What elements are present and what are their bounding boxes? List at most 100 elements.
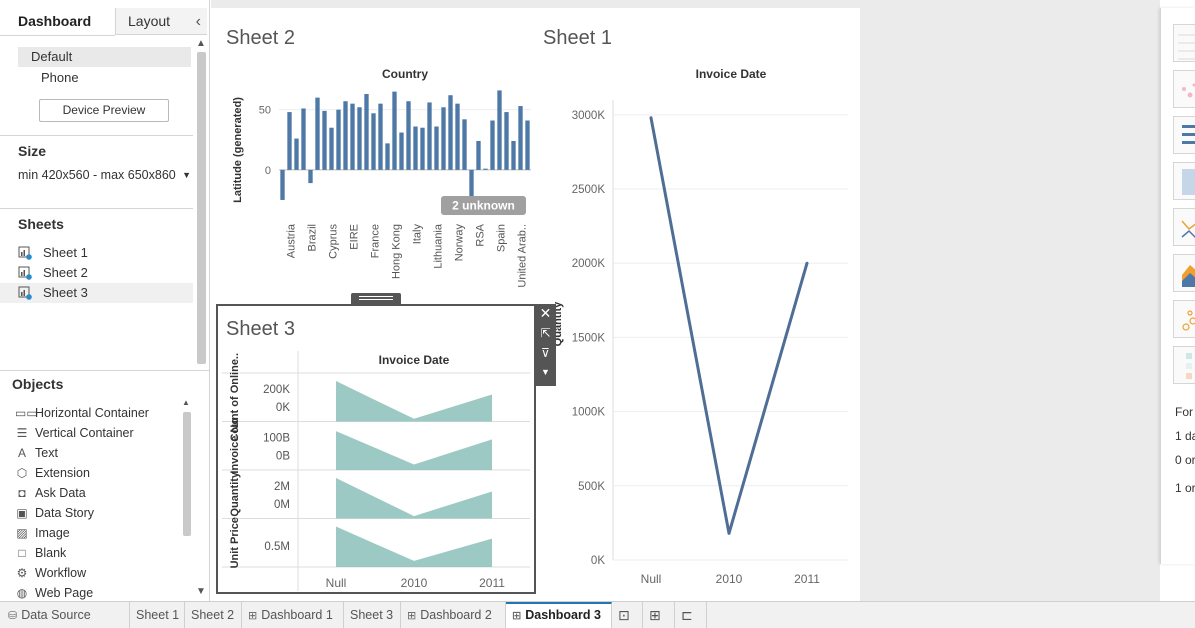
sheet3-container[interactable]: Sheet 3 Invoice Date Count of Online.. 200… <box>216 304 536 594</box>
new-worksheet-button[interactable]: ⊡ <box>612 602 643 628</box>
show-me-panel: For 1 da 0 or 1 or <box>1160 8 1195 564</box>
chart-type-map-icon[interactable] <box>1173 70 1195 108</box>
tab-data-source[interactable]: ⛁ Data Source <box>0 602 130 628</box>
tab-dashboard[interactable]: Dashboard <box>0 8 115 35</box>
tab-dashboard-1[interactable]: ⊞ Dashboard 1 <box>242 602 344 628</box>
object-item-label: Workflow <box>35 566 87 580</box>
scroll-up-icon[interactable]: ▲ <box>182 398 190 407</box>
x-tick-label: Cyprus <box>328 224 340 259</box>
chart-type-heatmap-icon[interactable] <box>1173 346 1195 384</box>
y-tick-label: 3000K <box>572 110 606 122</box>
tab-sheet-1[interactable]: Sheet 1 <box>130 602 185 628</box>
remove-icon[interactable]: ✕ <box>535 305 556 322</box>
chart-type-lines-icon[interactable] <box>1173 208 1195 246</box>
new-story-button[interactable]: ⊏ <box>675 602 707 628</box>
tab-sheet-3[interactable]: Sheet 3 <box>344 602 401 628</box>
bar <box>350 103 355 170</box>
object-item[interactable]: ▨ Image <box>0 523 183 543</box>
object-item[interactable]: ▣ Data Story <box>0 503 183 523</box>
bar <box>462 119 467 170</box>
y-tick-label: 2000K <box>572 258 606 270</box>
show-me-hint-line: 0 or <box>1175 453 1195 467</box>
bar <box>364 94 369 170</box>
y-tick-label: 0K <box>276 402 290 414</box>
sheet-item-3[interactable]: Sheet 3 <box>0 283 193 303</box>
country-bar-chart[interactable]: Latitude (generated) 0 50 Austria Brazil Cypr… <box>226 84 536 302</box>
drag-handle[interactable] <box>351 293 401 304</box>
show-me-hint-line: 1 da <box>1175 429 1195 443</box>
device-scrollbar[interactable]: ▲ <box>193 36 210 369</box>
x-tick-label: United Arab.. <box>517 224 529 288</box>
object-item[interactable]: □ Blank <box>0 543 183 563</box>
quantity-line-chart[interactable]: Quantity0K500K1000K1500K2000K2500K3000KN… <box>540 84 855 594</box>
size-select[interactable]: min 420x560 - max 650x860 ▼ <box>18 166 193 184</box>
sheet-item-label: Sheet 1 <box>43 245 88 260</box>
sheet1-title[interactable]: Sheet 1 <box>543 27 612 50</box>
object-item[interactable]: ◍ Web Page <box>0 583 183 603</box>
tab-dashboard-2[interactable]: ⊞ Dashboard 2 <box>401 602 506 628</box>
object-icon: ▣ <box>16 506 28 520</box>
sheet-item-label: Sheet 3 <box>43 285 88 300</box>
collapse-panel-icon[interactable]: ‹ <box>196 8 201 35</box>
object-item[interactable]: ⚙ Workflow <box>0 563 183 583</box>
divider <box>0 370 210 371</box>
scroll-up-icon[interactable]: ▲ <box>196 38 206 49</box>
object-item[interactable]: ☰ Vertical Container <box>0 423 183 443</box>
tab-sheet-2[interactable]: Sheet 2 <box>185 602 242 628</box>
y-tick-label: 0.5M <box>264 541 290 553</box>
area-chart-panes[interactable]: Invoice DateCount of Online.. 200K0KInvoi… <box>220 351 534 593</box>
x-tick-label: 2010 <box>401 576 428 590</box>
y-tick-label: 500K <box>578 481 605 493</box>
object-item-label: Web Page <box>35 586 94 600</box>
tab-layout[interactable]: Layout ‹ <box>115 8 207 35</box>
show-me-hint-line: For <box>1175 405 1193 419</box>
device-default[interactable]: Default <box>18 47 191 67</box>
more-options-icon[interactable]: ▼ <box>535 367 556 377</box>
tab-label: Dashboard 1 <box>261 608 333 622</box>
bar <box>420 127 425 170</box>
chart-type-text-table-icon[interactable] <box>1173 24 1195 62</box>
y-tick-label: 1000K <box>572 407 606 419</box>
object-item[interactable]: A Text <box>0 443 183 463</box>
filter-icon[interactable]: ⊽ <box>535 346 556 360</box>
scroll-down-icon[interactable]: ▼ <box>196 586 206 597</box>
object-icon: A <box>17 446 26 460</box>
tab-dashboard-3[interactable]: ⊞ Dashboard 3 <box>506 602 612 628</box>
x-tick-label: Brazil <box>307 224 319 252</box>
size-title: Size <box>18 143 47 159</box>
chart-type-area-icon[interactable] <box>1173 254 1195 292</box>
pane-label: Invoice No <box>229 418 241 474</box>
area-series <box>336 431 492 470</box>
area-series <box>336 478 492 519</box>
y-tick-label: 200K <box>263 384 290 396</box>
x-tick-label: EIRE <box>349 224 361 250</box>
object-icon: ⚙ <box>16 566 28 580</box>
device-preview-button[interactable]: Device Preview <box>39 99 169 122</box>
device-phone[interactable]: Phone <box>41 69 79 87</box>
area-series <box>336 381 492 422</box>
bar <box>315 97 320 170</box>
objects-scrollbar[interactable]: ▲ <box>180 398 194 600</box>
chart-type-horizontal-bars-icon[interactable] <box>1173 116 1195 154</box>
x-tick-label: RSA <box>475 223 487 246</box>
new-dashboard-button[interactable]: ⊞ <box>643 602 675 628</box>
x-tick-label: Italy <box>412 224 424 245</box>
panel-tabs: Dashboard Layout ‹ <box>0 8 210 35</box>
dashboard-icon: ⊞ <box>407 610 417 622</box>
sheet-item-1[interactable]: Sheet 1 <box>0 243 193 263</box>
scroll-thumb[interactable] <box>183 412 191 536</box>
sheet2-title[interactable]: Sheet 2 <box>226 27 295 50</box>
object-item[interactable]: ▭▭ Horizontal Container <box>0 403 183 423</box>
object-item[interactable]: ⬡ Extension <box>0 463 183 483</box>
object-item[interactable]: ◘ Ask Data <box>0 483 183 503</box>
chart-type-circles-icon[interactable] <box>1173 300 1195 338</box>
object-item-label: Image <box>35 526 70 540</box>
x-tick-label: Lithuania <box>433 223 445 269</box>
sheet3-title[interactable]: Sheet 3 <box>226 318 295 341</box>
sheet-item-2[interactable]: Sheet 2 <box>0 263 193 283</box>
go-to-sheet-icon[interactable]: ⇱ <box>535 326 556 340</box>
bar <box>434 126 439 170</box>
tab-layout-label: Layout <box>128 13 171 29</box>
chart-type-stacked-bars-icon[interactable] <box>1173 162 1195 200</box>
scroll-thumb[interactable] <box>197 52 206 364</box>
